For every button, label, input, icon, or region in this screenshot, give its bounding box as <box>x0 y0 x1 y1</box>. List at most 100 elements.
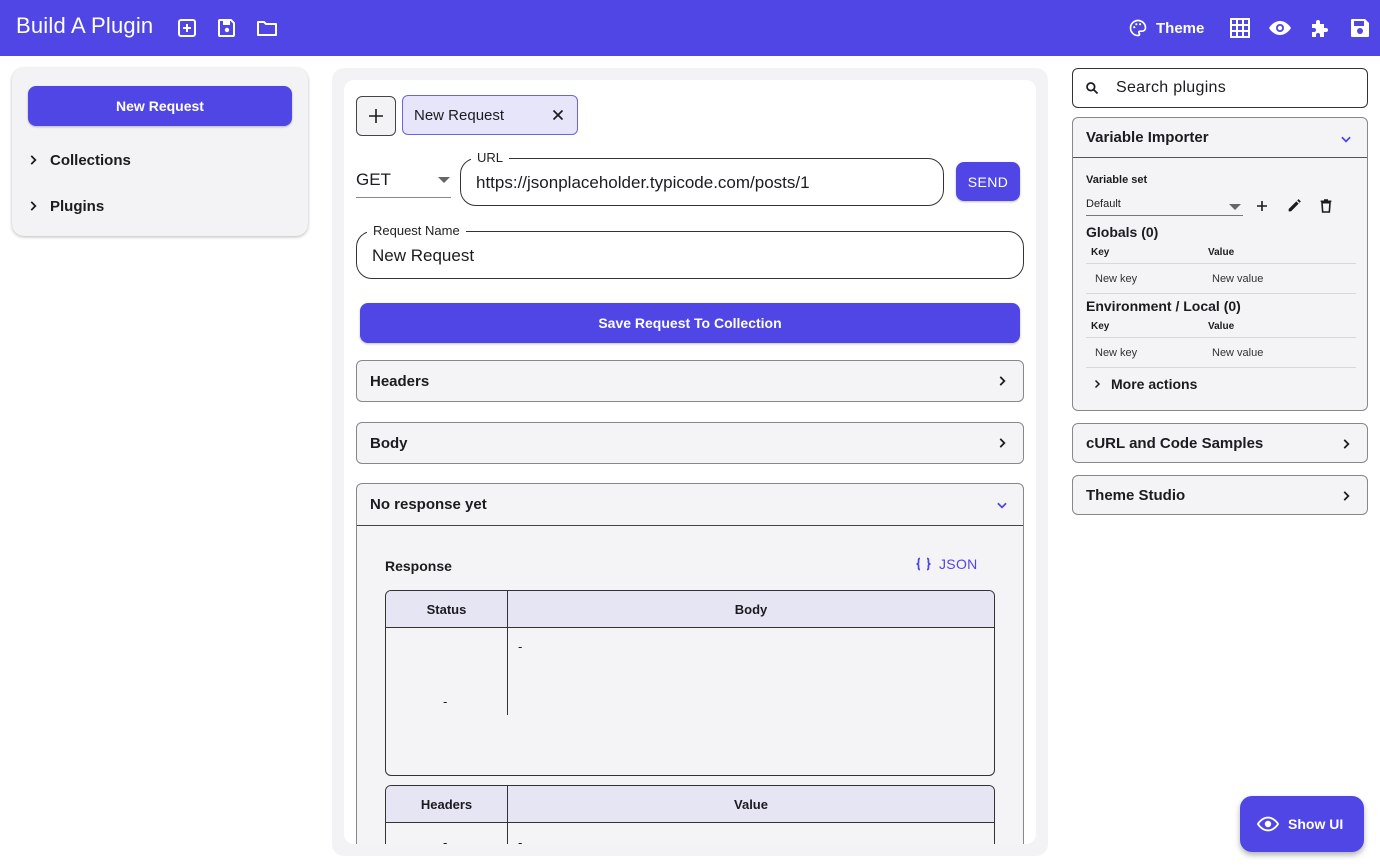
response-headers-table: Headers Value - - <box>385 785 995 844</box>
chevron-right-icon <box>1091 378 1103 390</box>
globals-title: Globals (0) <box>1086 224 1159 240</box>
request-name-field[interactable]: Request Name New Request <box>356 223 1024 279</box>
theme-label: Theme <box>1156 19 1205 37</box>
variable-importer-panel: Variable Importer Variable set Default G… <box>1072 117 1368 411</box>
chevron-right-icon <box>995 436 1009 450</box>
chevron-right-icon <box>1339 437 1353 451</box>
folder-icon[interactable] <box>255 16 279 40</box>
new-key-input[interactable]: New key <box>1095 273 1137 285</box>
show-ui-button[interactable]: Show UI <box>1240 796 1364 852</box>
panel-title: cURL and Code Samples <box>1086 434 1264 452</box>
request-name-input[interactable]: New Request <box>372 246 1008 266</box>
status-cell: - <box>443 694 448 709</box>
chevron-down-icon <box>995 498 1009 512</box>
table-header: Headers Value <box>386 786 994 823</box>
column-header-value: Value <box>734 797 768 812</box>
url-label: URL <box>471 150 510 166</box>
braces-icon <box>915 557 932 571</box>
main-panel: New Request GET URL https://jsonplacehol… <box>332 68 1048 856</box>
search-icon <box>1085 81 1099 95</box>
body-accordion[interactable]: Body <box>356 422 1024 464</box>
new-value-input[interactable]: New value <box>1212 347 1263 359</box>
variable-set-select[interactable]: Default <box>1086 198 1243 216</box>
panel-title: Variable Importer <box>1086 129 1209 146</box>
sidebar: New Request Collections Plugins <box>12 68 308 236</box>
request-tab-label: New Request <box>414 106 505 124</box>
variable-set-label: Variable set <box>1086 174 1148 186</box>
eye-icon <box>1257 813 1279 835</box>
divider <box>1086 263 1356 264</box>
save-request-button[interactable]: Save Request To Collection <box>360 303 1020 343</box>
method-select[interactable]: GET <box>356 162 451 198</box>
chevron-right-icon <box>995 374 1009 388</box>
new-value-input[interactable]: New value <box>1212 273 1263 285</box>
chevron-down-icon <box>1339 132 1353 146</box>
search-input[interactable] <box>1116 79 1356 97</box>
more-actions-toggle[interactable]: More actions <box>1091 376 1197 392</box>
show-ui-label: Show UI <box>1288 816 1344 832</box>
response-title: No response yet <box>370 496 487 513</box>
sidebar-item-label: Collections <box>50 151 131 169</box>
chevron-right-icon <box>1339 489 1353 503</box>
curl-code-samples-accordion[interactable]: cURL and Code Samples <box>1072 423 1368 463</box>
eye-icon[interactable] <box>1268 16 1292 40</box>
edit-icon[interactable] <box>1286 198 1302 214</box>
column-header-status: Status <box>426 602 467 617</box>
method-value: GET <box>356 169 391 189</box>
theme-button[interactable]: Theme <box>1128 14 1204 42</box>
sidebar-item-label: Plugins <box>50 197 105 215</box>
save-icon[interactable] <box>1348 16 1372 40</box>
caret-down-icon <box>437 176 451 184</box>
save-icon[interactable] <box>215 16 239 40</box>
response-label: Response <box>385 558 452 574</box>
puzzle-icon[interactable] <box>1308 16 1332 40</box>
new-key-input[interactable]: New key <box>1095 347 1137 359</box>
column-divider <box>507 591 508 715</box>
more-actions-label: More actions <box>1111 376 1198 392</box>
value-header: Value <box>1208 247 1235 258</box>
url-field[interactable]: URL https://jsonplaceholder.typicode.com… <box>460 150 944 206</box>
variable-importer-accordion[interactable]: Variable Importer <box>1073 118 1367 158</box>
table-header: Status Body <box>386 591 994 628</box>
divider <box>1086 367 1356 368</box>
chevron-right-icon <box>26 153 40 167</box>
json-button[interactable]: JSON <box>915 556 978 572</box>
add-tab-button[interactable] <box>356 96 396 136</box>
palette-icon <box>1128 18 1148 38</box>
divider <box>1086 293 1356 294</box>
variable-set-value: Default <box>1086 198 1121 210</box>
column-header-body: Body <box>734 602 768 617</box>
add-icon[interactable] <box>1254 198 1270 214</box>
close-icon[interactable] <box>550 107 566 123</box>
headers-accordion[interactable]: Headers <box>356 360 1024 402</box>
key-header: Key <box>1091 247 1110 258</box>
delete-icon[interactable] <box>1318 198 1334 214</box>
header-cell: - <box>443 835 448 844</box>
accordion-label: Headers <box>370 372 430 390</box>
grid-icon[interactable] <box>1228 16 1252 40</box>
plugin-search[interactable] <box>1072 68 1368 108</box>
column-header-headers: Headers <box>420 797 473 812</box>
sidebar-item-collections[interactable]: Collections <box>26 148 131 172</box>
request-tab[interactable]: New Request <box>402 95 578 135</box>
send-button[interactable]: SEND <box>956 162 1020 201</box>
value-cell: - <box>518 835 523 844</box>
column-divider <box>507 786 508 844</box>
body-cell: - <box>518 639 523 654</box>
sidebar-item-plugins[interactable]: Plugins <box>26 194 104 218</box>
accordion-label: Body <box>370 434 408 452</box>
top-app-bar: Build A Plugin Theme <box>0 0 1380 56</box>
environment-title: Environment / Local (0) <box>1086 298 1241 314</box>
request-name-label: Request Name <box>367 223 466 239</box>
add-box-icon[interactable] <box>175 16 199 40</box>
response-accordion[interactable]: No response yet <box>357 484 1023 526</box>
json-label: JSON <box>939 556 978 572</box>
new-request-button[interactable]: New Request <box>28 86 292 126</box>
url-input[interactable]: https://jsonplaceholder.typicode.com/pos… <box>476 173 928 193</box>
key-header: Key <box>1091 321 1110 332</box>
divider <box>1086 337 1356 338</box>
theme-studio-accordion[interactable]: Theme Studio <box>1072 475 1368 515</box>
value-header: Value <box>1208 321 1235 332</box>
request-editor: New Request GET URL https://jsonplacehol… <box>344 80 1036 844</box>
plus-icon <box>368 108 384 124</box>
